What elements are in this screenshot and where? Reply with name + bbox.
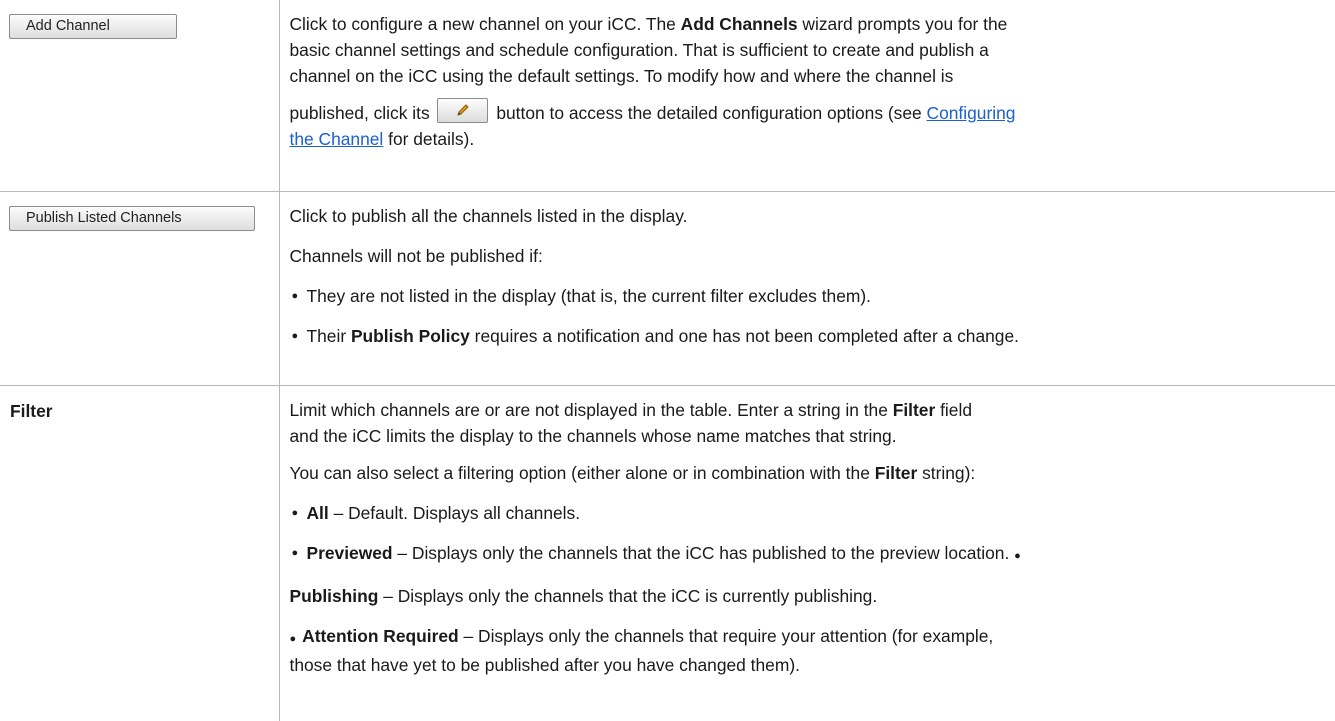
publish-policy-term: Publish Policy	[350, 325, 470, 346]
table-row-publish-listed: Publish Listed Channels Click to publish…	[0, 190, 1335, 386]
bullet-icon: ●	[291, 329, 299, 342]
option-attention-term: Attention Required	[302, 625, 459, 646]
list-item: ● Their Publish Policy requires a notific…	[290, 323, 1320, 349]
publish-intro: Click to publish all the channels listed…	[289, 205, 688, 226]
desc-text: channel on the iCC using the default set…	[289, 66, 954, 86]
desc-line: published, click its button to access th…	[289, 98, 1016, 126]
row-description-cell: Click to configure a new channel on your…	[278, 0, 1335, 192]
bullet-text: They are not listed in the display (that…	[306, 285, 872, 306]
configuring-channel-link[interactable]: Configuring	[927, 103, 1016, 123]
desc-text: published, click its	[289, 103, 435, 123]
bullet-text: – Displays only the channels that the iC…	[392, 542, 1015, 563]
filter-option-lead: You can also select a filtering option (…	[290, 460, 1320, 486]
desc-text: string):	[917, 462, 976, 483]
row-label-cell: Add Channel	[0, 0, 280, 192]
bullet-text: Their	[306, 325, 351, 346]
bullet-icon: ●	[291, 546, 299, 559]
desc-text: basic channel settings and schedule conf…	[289, 40, 989, 60]
bullet-text: – Displays only the channels that the iC…	[378, 585, 878, 606]
publish-condition-lead: Channels will not be published if:	[289, 245, 543, 266]
option-previewed-term: Previewed	[306, 542, 393, 563]
row-label-cell: Publish Listed Channels	[0, 190, 280, 386]
configuring-channel-link-cont[interactable]: the Channel	[290, 129, 384, 149]
row-description-cell: Limit which channels are or are not disp…	[278, 384, 1335, 721]
desc-text: and the iCC limits the display to the ch…	[289, 425, 897, 446]
list-item: Publishing – Displays only the channels …	[290, 583, 1320, 609]
desc-text: button to access the detailed configurat…	[491, 103, 927, 123]
add-channels-wizard-name: Add Channels	[680, 14, 798, 34]
desc-text: You can also select a filtering option (…	[289, 462, 875, 483]
list-item: ● They are not listed in the display (tha…	[290, 283, 1320, 309]
list-item: ● Attention Required – Displays only the …	[290, 623, 1320, 678]
reference-table: Add Channel Click to configure a new cha…	[0, 0, 1335, 721]
option-all-term: All	[306, 502, 329, 523]
desc-text: Click to configure a new channel on your…	[289, 14, 681, 34]
edit-channel-button[interactable]	[437, 98, 489, 123]
list-item: ● Previewed – Displays only the channels …	[290, 540, 1320, 569]
bullet-text: requires a notification and one has not …	[469, 325, 1019, 346]
pencil-icon	[457, 104, 470, 116]
list-item: ● All – Default. Displays all channels.	[290, 500, 1320, 526]
bullet-icon: ●	[291, 289, 299, 302]
desc-text: field	[935, 399, 972, 420]
bullet-text: – Default. Displays all channels.	[328, 502, 581, 523]
table-row-add-channel: Add Channel Click to configure a new cha…	[0, 0, 1335, 192]
publish-listed-channels-button[interactable]: Publish Listed Channels	[9, 205, 255, 231]
filter-label: Filter	[10, 400, 53, 421]
bullet-text: – Displays only the channels that requir…	[458, 625, 994, 646]
filter-term: Filter	[892, 399, 936, 420]
add-channel-description: Click to configure a new channel on your…	[290, 11, 1320, 152]
row-description-cell: Click to publish all the channels listed…	[278, 190, 1335, 386]
bullet-icon: ●	[1014, 549, 1021, 562]
table-row-filter: Filter Limit which channels are or are n…	[0, 384, 1335, 721]
desc-text: Limit which channels are or are not disp…	[289, 399, 893, 420]
filter-description: Limit which channels are or are not disp…	[290, 397, 1320, 449]
row-label-cell: Filter	[0, 384, 280, 721]
filter-term: Filter	[874, 462, 918, 483]
desc-text: for details).	[383, 129, 475, 149]
desc-text: wizard prompts you for the	[797, 14, 1008, 34]
add-channel-button[interactable]: Add Channel	[9, 14, 177, 39]
option-publishing-term: Publishing	[289, 585, 379, 606]
bullet-text: those that have yet to be published afte…	[289, 654, 800, 675]
bullet-icon: ●	[289, 632, 297, 645]
bullet-icon: ●	[291, 506, 299, 519]
